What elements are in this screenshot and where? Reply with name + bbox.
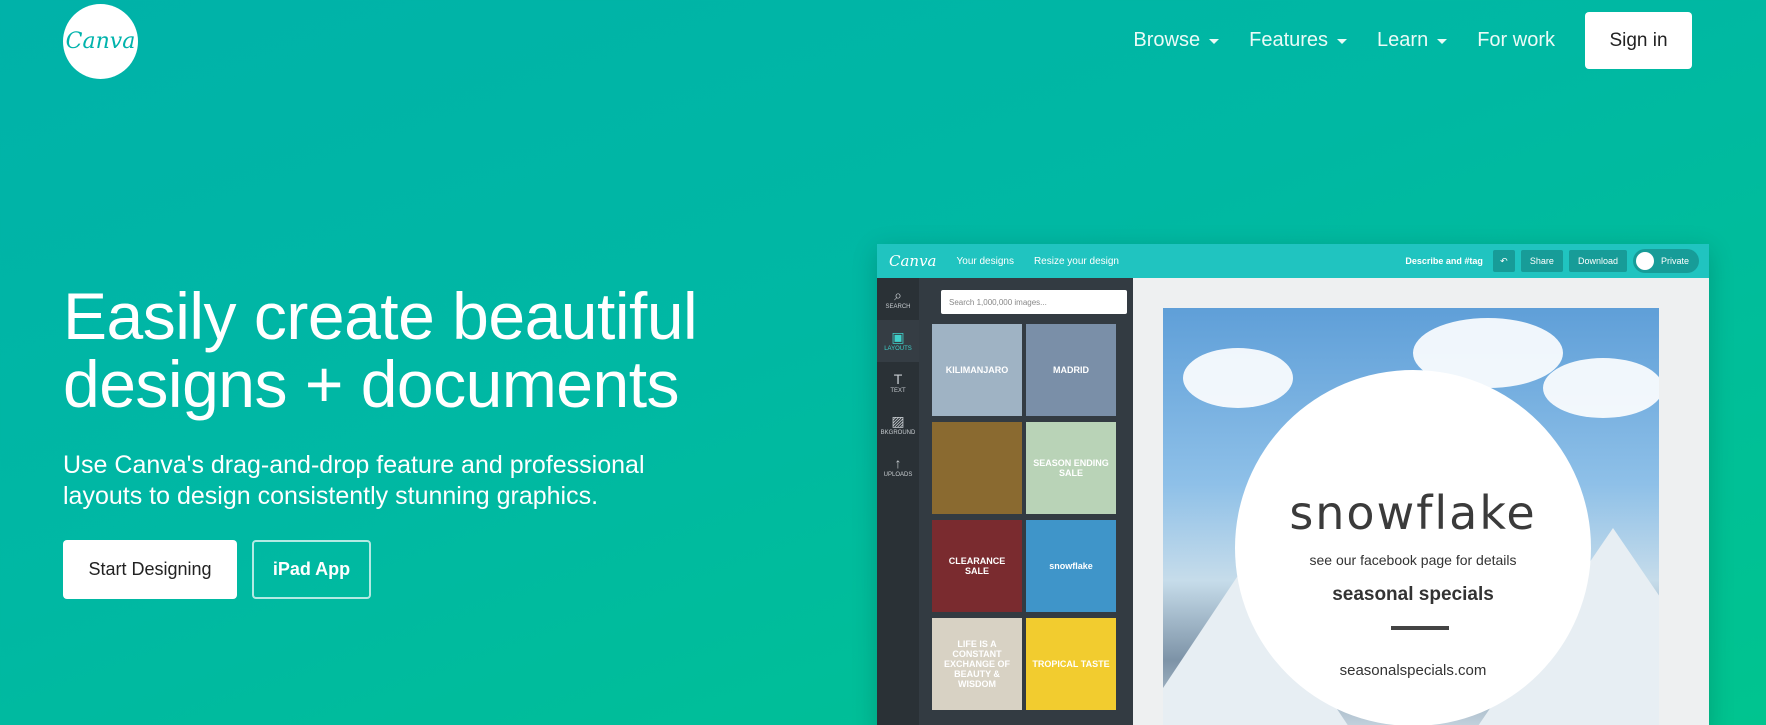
layout-thumbnail: TROPICAL TASTE xyxy=(1026,618,1116,710)
hero-title: Easily create beautiful designs + docume… xyxy=(63,279,698,421)
toggle-knob xyxy=(1635,252,1654,270)
divider xyxy=(1391,626,1449,630)
mockup-logo: Canva xyxy=(889,252,937,270)
background-icon: ▨ xyxy=(891,413,905,429)
canva-logo[interactable]: Canva xyxy=(63,4,138,79)
chevron-down-icon xyxy=(1337,39,1348,44)
mockup-sidebar-text: T TEXT xyxy=(890,371,906,394)
layout-thumbnail: KILIMANJARO xyxy=(932,324,1022,416)
chevron-down-icon xyxy=(1437,39,1448,44)
snowflake-site: seasonalspecials.com xyxy=(1339,662,1487,679)
mockup-private-toggle: Private xyxy=(1632,249,1699,273)
search-icon: ⌕ xyxy=(894,287,902,303)
nav-learn[interactable]: Learn xyxy=(1377,29,1448,52)
upload-icon: ↑ xyxy=(894,455,902,471)
layout-thumbnail xyxy=(932,422,1022,514)
layout-thumbnail: CLEARANCE SALE xyxy=(932,520,1022,612)
mockup-sidebar-layouts: ▣ LAYOUTS xyxy=(877,320,919,362)
mockup-tag-label: Describe and #tag xyxy=(1405,256,1483,266)
nav-browse[interactable]: Browse xyxy=(1133,29,1220,52)
mockup-download-button: Download xyxy=(1568,250,1627,272)
layout-thumbnail: LIFE IS A CONSTANT EXCHANGE OF BEAUTY & … xyxy=(932,618,1022,710)
ipad-app-button[interactable]: iPad App xyxy=(252,540,371,599)
mockup-sidebar-search: ⌕ SEARCH xyxy=(885,287,911,310)
top-nav: Browse Features Learn For work Sign in xyxy=(1133,12,1766,69)
undo-icon: ↶ xyxy=(1492,250,1515,272)
nav-features[interactable]: Features xyxy=(1249,29,1348,52)
design-canvas: snowflake see our facebook page for deta… xyxy=(1163,308,1659,725)
mockup-layout-panel: Search 1,000,000 images... KILIMANJARO MA… xyxy=(919,278,1133,725)
layout-thumbnail: snowflake xyxy=(1026,520,1116,612)
snowflake-subtitle: see our facebook page for details xyxy=(1309,552,1517,568)
cloud xyxy=(1183,348,1293,408)
mockup-sidebar-background: ▨ BKGROUND xyxy=(880,413,916,436)
mockup-sidebar: ⌕ SEARCH ▣ LAYOUTS T TEXT ▨ BKGROUND ↑ UPLOAD… xyxy=(877,278,919,725)
start-designing-button[interactable]: Start Designing xyxy=(63,540,237,599)
mockup-link-your-designs: Your designs xyxy=(956,255,1014,267)
sign-in-button[interactable]: Sign in xyxy=(1585,12,1692,69)
mockup-link-resize: Resize your design xyxy=(1033,255,1119,267)
layout-thumbnail: MADRID xyxy=(1026,324,1116,416)
chevron-down-icon xyxy=(1209,39,1220,44)
mockup-search-input: Search 1,000,000 images... xyxy=(941,290,1127,314)
mockup-share-button: Share xyxy=(1520,250,1563,272)
cloud xyxy=(1543,358,1659,418)
snowflake-circle: snowflake see our facebook page for deta… xyxy=(1235,370,1591,725)
snowflake-specials: seasonal specials xyxy=(1332,584,1494,605)
layout-thumbnail: SEASON ENDING SALE xyxy=(1026,422,1116,514)
nav-for-work[interactable]: For work xyxy=(1477,29,1555,52)
text-icon: T xyxy=(893,371,903,387)
mockup-sidebar-uploads: ↑ UPLOADS xyxy=(883,455,913,478)
hero-subtitle: Use Canva's drag-and-drop feature and pr… xyxy=(63,451,645,510)
layouts-icon: ▣ xyxy=(891,329,905,345)
mockup-toolbar: Canva Your designs Resize your design De… xyxy=(877,244,1709,278)
editor-mockup-image: Canva Your designs Resize your design De… xyxy=(877,244,1709,725)
snowflake-title: snowflake xyxy=(1289,486,1537,540)
